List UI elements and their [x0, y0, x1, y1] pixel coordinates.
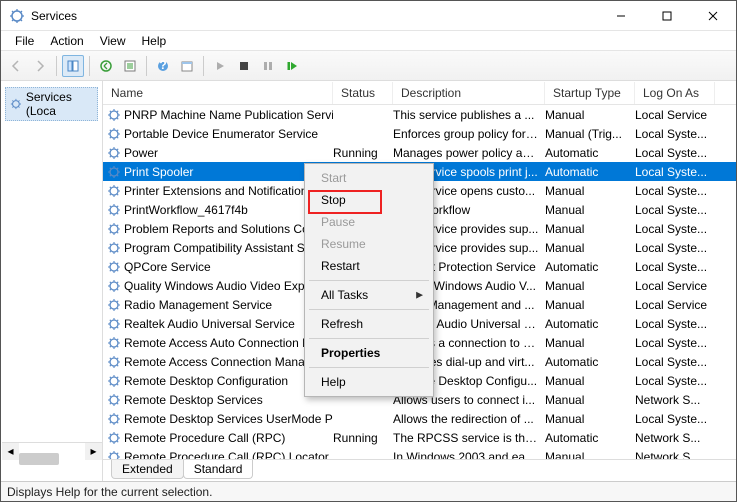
view-tabs: Extended Standard	[103, 459, 736, 481]
stop-service-button[interactable]	[233, 55, 255, 77]
menu-view[interactable]: View	[92, 32, 134, 50]
context-item-restart[interactable]: Restart	[307, 255, 431, 277]
col-status[interactable]: Status	[333, 82, 393, 104]
col-description[interactable]: Description	[393, 82, 545, 104]
context-item-help[interactable]: Help	[307, 371, 431, 393]
status-text: Displays Help for the current selection.	[7, 485, 212, 499]
toolbar: ?	[1, 51, 736, 81]
refresh-button[interactable]	[119, 55, 141, 77]
service-row[interactable]: PNRP Machine Name Publication ServiceThi…	[103, 105, 736, 124]
menu-action[interactable]: Action	[42, 32, 91, 50]
export-list-button[interactable]	[95, 55, 117, 77]
service-row[interactable]: Remote Procedure Call (RPC)RunningThe RP…	[103, 428, 736, 447]
context-separator	[309, 367, 429, 368]
menu-bar: File Action View Help	[1, 31, 736, 51]
context-separator	[309, 338, 429, 339]
scroll-left-icon[interactable]: ◂	[2, 443, 19, 460]
service-row[interactable]: Remote Desktop Services UserMode Port Re…	[103, 409, 736, 428]
back-button[interactable]	[5, 55, 27, 77]
properties-button[interactable]	[176, 55, 198, 77]
toolbar-separator	[89, 56, 90, 76]
sidebar-hscrollbar[interactable]: ◂ ▸	[2, 442, 102, 459]
gear-icon	[10, 97, 22, 111]
svg-text:?: ?	[159, 59, 166, 72]
tab-extended[interactable]: Extended	[111, 460, 184, 479]
show-hide-tree-button[interactable]	[62, 55, 84, 77]
context-item-stop[interactable]: Stop	[307, 189, 431, 211]
context-menu[interactable]: StartStopPauseResumeRestart All Tasks▶ Ref…	[304, 163, 434, 397]
tab-standard[interactable]: Standard	[183, 460, 254, 479]
context-item-refresh[interactable]: Refresh	[307, 313, 431, 335]
forward-button[interactable]	[29, 55, 51, 77]
service-row[interactable]: PowerRunningManages power policy an...Au…	[103, 143, 736, 162]
context-item-properties[interactable]: Properties	[307, 342, 431, 364]
context-separator	[309, 309, 429, 310]
col-logon-as[interactable]: Log On As	[635, 82, 715, 104]
context-item-resume: Resume	[307, 233, 431, 255]
title-bar: Services	[1, 1, 736, 31]
col-name[interactable]: Name	[103, 82, 333, 104]
tree-root-services[interactable]: Services (Loca	[5, 87, 98, 121]
pause-service-button[interactable]	[257, 55, 279, 77]
start-service-button[interactable]	[209, 55, 231, 77]
console-tree: Services (Loca ◂ ▸	[1, 81, 103, 481]
window-title: Services	[31, 9, 598, 23]
menu-help[interactable]: Help	[134, 32, 175, 50]
list-header: Name Status Description Startup Type Log…	[103, 81, 736, 105]
toolbar-separator	[146, 56, 147, 76]
toolbar-separator	[203, 56, 204, 76]
col-startup-type[interactable]: Startup Type	[545, 82, 635, 104]
scroll-right-icon[interactable]: ▸	[85, 443, 102, 460]
maximize-button[interactable]	[644, 1, 690, 31]
toolbar-separator	[56, 56, 57, 76]
chevron-right-icon: ▶	[416, 290, 423, 301]
context-item-start: Start	[307, 167, 431, 189]
services-app-icon	[9, 8, 25, 24]
restart-service-button[interactable]	[281, 55, 303, 77]
context-item-pause: Pause	[307, 211, 431, 233]
status-bar: Displays Help for the current selection.	[1, 481, 736, 501]
menu-file[interactable]: File	[7, 32, 42, 50]
context-item-all-tasks[interactable]: All Tasks▶	[307, 284, 431, 306]
service-row[interactable]: Portable Device Enumerator ServiceEnforc…	[103, 124, 736, 143]
service-row[interactable]: Remote Procedure Call (RPC) LocatorIn Wi…	[103, 447, 736, 459]
close-button[interactable]	[690, 1, 736, 31]
help-button[interactable]: ?	[152, 55, 174, 77]
minimize-button[interactable]	[598, 1, 644, 31]
context-separator	[309, 280, 429, 281]
tree-root-label: Services (Loca	[26, 90, 93, 118]
